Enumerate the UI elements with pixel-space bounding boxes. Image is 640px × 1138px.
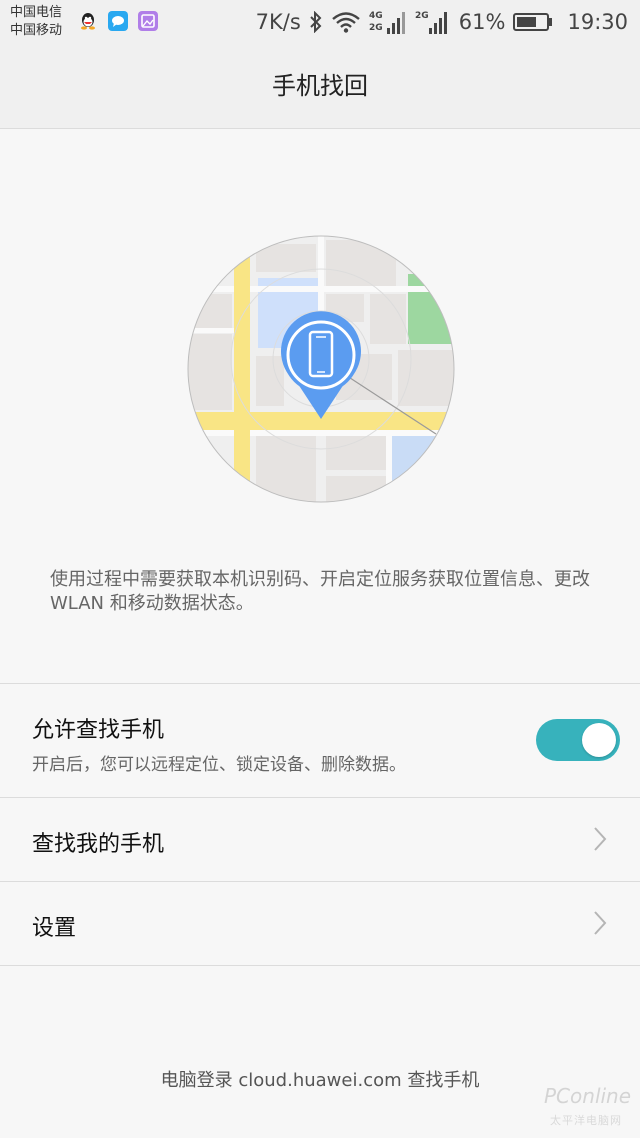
qq-icon	[81, 13, 95, 30]
chevron-right-icon	[594, 827, 607, 851]
network-2-label: 2G	[415, 11, 429, 21]
watermark-brand: PConline	[544, 1084, 632, 1108]
page-title: 手机找回	[272, 72, 368, 100]
divider	[0, 965, 640, 966]
network-1b-label: 2G	[369, 23, 383, 33]
gallery-icon	[138, 11, 158, 31]
carrier-1: 中国电信	[10, 5, 63, 20]
bluetooth-icon	[310, 11, 322, 33]
find-my-phone-row[interactable]: 查找我的手机	[0, 798, 640, 881]
map-with-phone-pin-icon	[187, 235, 455, 503]
chevron-right-icon	[594, 911, 607, 935]
wifi-icon	[332, 12, 360, 33]
status-bar: 中国电信 中国移动 7K/s 4G 2G 2G 61% 19:30	[0, 0, 640, 44]
carrier-labels: 中国电信 中国移动	[10, 4, 62, 40]
watermark-sub: 太平洋电脑网	[550, 1114, 622, 1127]
settings-title: 设置	[32, 916, 77, 941]
allow-find-phone-toggle[interactable]	[536, 719, 620, 761]
network-1-label: 4G	[369, 11, 383, 21]
battery-icon	[513, 13, 553, 31]
message-icon	[108, 11, 128, 31]
pconline-watermark: PConline 太平洋电脑网	[540, 1080, 636, 1132]
settings-row[interactable]: 设置	[0, 882, 640, 965]
battery-percent: 61%	[458, 10, 506, 34]
notification-icons	[78, 11, 158, 31]
network-speed: 7K/s	[255, 10, 301, 34]
find-my-phone-title: 查找我的手机	[32, 832, 165, 857]
title-bar: 手机找回	[0, 44, 640, 129]
carrier-2: 中国移动	[10, 23, 63, 38]
signal-1-icon: 4G 2G	[369, 11, 405, 34]
clock: 19:30	[567, 10, 628, 34]
allow-find-phone-subtitle: 开启后，您可以远程定位、锁定设备、删除数据。	[32, 755, 406, 775]
signal-2-icon: 2G	[415, 11, 447, 34]
toggle-knob	[582, 723, 616, 757]
allow-find-phone-title: 允许查找手机	[32, 718, 165, 743]
permission-description: 使用过程中需要获取本机识别码、开启定位服务获取位置信息、更改 WLAN 和移动数…	[50, 569, 590, 614]
status-indicators: 7K/s 4G 2G 2G 61% 19:30	[256, 8, 628, 36]
